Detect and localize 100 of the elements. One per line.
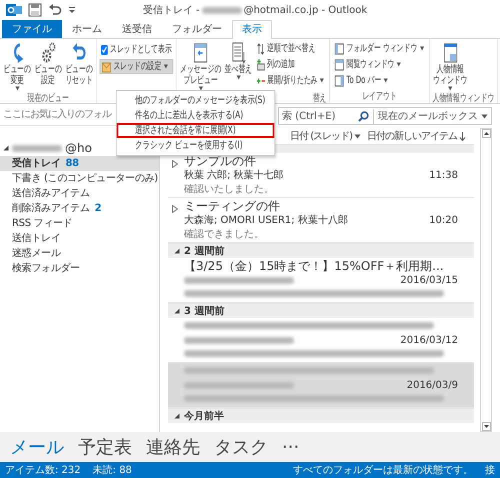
ribbon-button[interactable]: 展開/折りたたみ — [254, 73, 327, 88]
mail-time: 2016/03/9 — [406, 378, 459, 392]
account-name[interactable]: @ho — [65, 139, 92, 157]
ribbon-button[interactable]: 列の追加 — [254, 57, 327, 72]
connection-status: 接 — [485, 464, 495, 478]
caret-icon — [419, 46, 424, 51]
folder-item[interactable]: 送信済みアイテム — [0, 186, 159, 201]
group-header[interactable]: 3 週間前 — [168, 303, 474, 318]
reading-pane-icon — [193, 42, 208, 64]
folder-item[interactable]: 検索フォルダー — [0, 261, 159, 276]
nav-item[interactable]: メール — [10, 434, 64, 460]
ribbon-button[interactable]: ビューの設定 — [34, 41, 62, 87]
caret-icon — [481, 114, 488, 118]
caret-icon — [396, 62, 402, 67]
scrollbar[interactable] — [480, 128, 492, 432]
item-count: アイテム数: 232 — [5, 464, 81, 478]
ribbon-tab[interactable]: フォルダー — [162, 20, 232, 38]
envelope-icon — [102, 60, 112, 72]
mail-time: 2016/03/15 — [400, 274, 459, 288]
customize-icon — [68, 6, 76, 14]
ribbon-button[interactable]: フォルダー ウィンドウ — [332, 41, 426, 56]
folder-item[interactable]: 送信トレイ — [0, 231, 159, 246]
collapsed-arrow-icon — [172, 205, 178, 214]
ribbon-button[interactable]: ビューのリセット — [64, 41, 94, 87]
save-icon — [28, 3, 42, 17]
add-column-icon — [256, 58, 266, 70]
group-label: 人物情報ウィンドウ — [432, 93, 494, 103]
mail-sender: 秋葉 六郎; 秋葉十七郎 — [184, 168, 284, 182]
folder-item[interactable]: 下書き (このコンピューターのみ) — [0, 171, 159, 186]
mail-subject: ミーティングの件 — [184, 199, 281, 213]
unread-count: 未読: 88 — [92, 464, 132, 478]
mail-sender: 大森海; OMORI USER1; 秋葉十八郎 — [184, 214, 348, 228]
sort-order-button[interactable]: 日付の新しいアイテム — [367, 128, 466, 144]
mail-time: 10:20 — [429, 214, 459, 228]
menu-item[interactable]: 選択された会話を常に展開(X) — [116, 123, 274, 138]
mail-preview: 確認いたしました。 — [184, 182, 275, 196]
caret-icon — [383, 78, 388, 83]
menu-item[interactable]: クラシック ビューを使用する(I) — [116, 138, 274, 153]
gear-icon — [40, 42, 56, 64]
ribbon-tab[interactable]: 表示 — [232, 20, 272, 39]
people-pane-icon — [442, 42, 458, 64]
search-field[interactable]: 索 (Ctrl+E) 現在のメールボックス — [278, 107, 492, 125]
ribbon-tab[interactable]: ホーム — [62, 20, 112, 38]
ribbon-button[interactable]: 並べ替え — [224, 41, 253, 81]
sync-status: すべてのフォルダーは最新の状態です。 — [293, 464, 473, 478]
folder-item[interactable]: 受信トレイ 88 — [0, 156, 159, 171]
pane-icon — [334, 58, 344, 70]
ribbon-tab[interactable]: 送受信 — [112, 20, 162, 38]
caret-icon — [163, 64, 168, 69]
collapsed-arrow-icon — [172, 160, 178, 168]
group-header[interactable]: 2 週間前 — [168, 243, 474, 258]
menu-item[interactable]: 件名の上に差出人を表示する(A) — [116, 108, 274, 123]
outlook-logo-icon — [6, 2, 22, 18]
folder-item[interactable]: 削除済みアイテム 2 — [0, 201, 159, 216]
sort-arrows-icon — [256, 42, 266, 54]
nav-item[interactable]: 連絡先 — [146, 434, 200, 460]
caret-icon — [236, 75, 241, 80]
caret-icon — [354, 134, 361, 138]
mail-preview: 確認できました。 — [184, 228, 265, 241]
caret-icon — [320, 78, 324, 83]
mail-subject: 【3/25（金）15時まで！】15%OFF＋利用期... — [184, 259, 445, 273]
ribbon-button[interactable]: To Do バー — [332, 73, 426, 88]
group-label: レイアウト — [362, 91, 397, 102]
mail-item[interactable]: 2016/03/9 — [168, 363, 474, 408]
search-scope-dropdown[interactable]: 現在のメールボックス — [373, 108, 488, 124]
ribbon-button[interactable]: スレッドの設定 — [100, 59, 174, 74]
mail-time: 11:38 — [429, 168, 459, 182]
scroll-down-icon — [482, 422, 490, 431]
nav-item[interactable]: ··· — [282, 434, 300, 460]
mail-item[interactable]: 2016/03/12 — [168, 318, 474, 363]
group-header[interactable]: 今月前半 — [168, 408, 474, 423]
ribbon-button[interactable]: 人物情報ウィンドウ — [432, 41, 468, 92]
pane-icon — [334, 74, 344, 86]
mail-time: 2016/03/12 — [400, 334, 459, 348]
down-arrow-icon — [459, 132, 466, 140]
pane-icon — [334, 42, 344, 54]
mail-item[interactable]: 【3/25（金）15時まで！】15%OFF＋利用期... 2016/03/15 — [168, 258, 474, 303]
ribbon-button[interactable]: 閲覧ウィンドウ — [332, 57, 426, 72]
checkbox-label: スレッドとして表示 — [110, 42, 172, 57]
menu-item[interactable]: 他のフォルダーのメッセージを表示(S) — [116, 93, 274, 108]
folder-item[interactable]: 迷惑メール — [0, 246, 159, 261]
scroll-up-icon — [482, 129, 490, 138]
group-label: 現在のビュー — [27, 93, 69, 103]
list-icon — [230, 42, 246, 64]
group-label: 替え — [312, 93, 327, 103]
redacted-text — [202, 6, 242, 14]
search-icon — [358, 110, 369, 122]
folder-item[interactable]: RSS フィード — [0, 216, 159, 231]
sort-dropdown[interactable]: 日付 (スレッド) — [290, 128, 361, 144]
caret-icon — [14, 86, 20, 91]
window-title: @hotmail.co.jp - Outlook — [244, 4, 368, 18]
ribbon-button[interactable]: ビューの変更 — [2, 41, 32, 92]
ribbon-button[interactable]: 逆順で並べ替え — [254, 41, 327, 56]
nav-item[interactable]: 予定表 — [78, 434, 132, 460]
checkbox[interactable] — [100, 44, 108, 54]
file-tab[interactable]: ファイル — [2, 20, 62, 38]
caret-icon — [448, 86, 453, 91]
undo-icon — [48, 3, 62, 17]
nav-item[interactable]: タスク — [214, 434, 268, 460]
window-title: 受信トレイ - — [142, 4, 200, 18]
